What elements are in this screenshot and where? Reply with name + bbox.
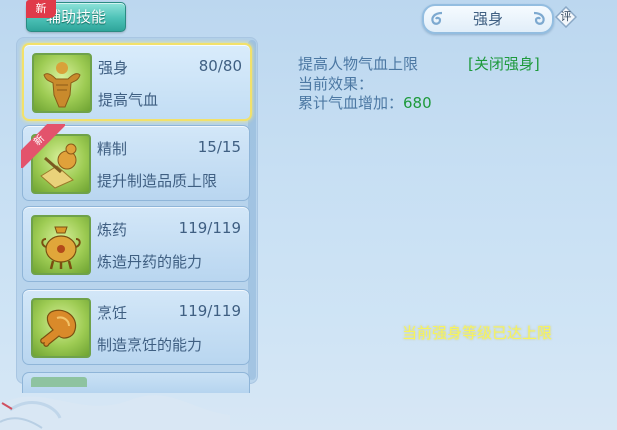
skill-card-strengthen[interactable]: 强身 80/80 提高气血 (22, 43, 252, 121)
rate-button[interactable]: 评 (554, 5, 578, 29)
hp-increase-value: 680 (403, 94, 432, 112)
new-ribbon-label: 新 (21, 124, 65, 168)
drumstick-icon (31, 298, 91, 358)
hp-increase-label: 累计气血增加： (298, 94, 404, 112)
skill-name: 强身 (98, 59, 129, 77)
skill-effect-description: 提高人物气血上限 (298, 55, 419, 73)
muscle-man-icon (32, 53, 92, 113)
cauldron-icon (31, 215, 91, 275)
skill-card-cooking[interactable]: 烹饪 119/119 制造烹饪的能力 (22, 289, 250, 365)
skill-level: 119/119 (178, 219, 241, 237)
skill-level: 15/15 (197, 138, 241, 156)
close-skill-link[interactable]: [关闭强身] (468, 53, 540, 74)
skill-desc: 提升制造品质上限 (97, 172, 218, 190)
skill-level: 119/119 (178, 302, 241, 320)
current-effect-label: 当前效果： (298, 75, 374, 93)
skill-desc: 提高气血 (98, 91, 159, 109)
rate-label: 评 (560, 10, 572, 23)
skill-card-partial[interactable] (22, 372, 250, 393)
skill-icon-partial (31, 377, 87, 387)
tab-new-badge: 新 (26, 0, 56, 18)
skill-desc: 制造烹饪的能力 (97, 336, 203, 354)
skill-desc: 炼造丹药的能力 (97, 253, 203, 271)
skill-name: 精制 (97, 140, 128, 158)
swirl-right-icon (533, 11, 545, 25)
skill-level: 80/80 (198, 57, 242, 75)
hp-increase-line: 累计气血增加：680 (298, 92, 432, 113)
skill-name: 炼药 (97, 221, 128, 239)
skill-card-refine[interactable]: 新 精制 15/15 提升制造品质上限 (21, 124, 250, 201)
skill-title-pill: 强身 (422, 4, 554, 34)
max-level-message: 当前强身等级已达上限 (402, 324, 553, 342)
skill-name: 烹饪 (97, 304, 128, 322)
skill-card-alchemy[interactable]: 炼药 119/119 炼造丹药的能力 (22, 206, 250, 282)
new-ribbon: 新 (21, 124, 65, 168)
